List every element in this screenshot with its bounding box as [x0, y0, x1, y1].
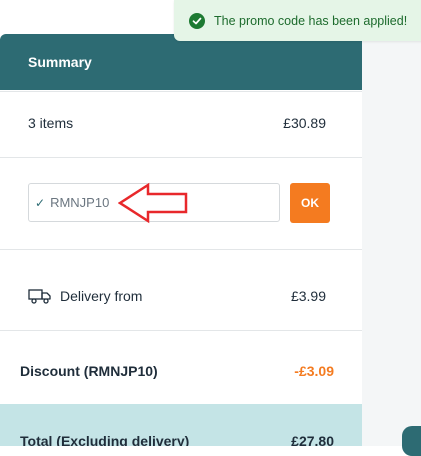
- checkmark-icon: ✓: [35, 195, 46, 210]
- header-divider: [0, 91, 362, 92]
- red-arrow-annotation: [118, 182, 188, 224]
- items-label: 3 items: [28, 115, 74, 131]
- summary-card: Summary 3 items £30.89 ✓ RMNJP10 OK Deli…: [0, 34, 362, 446]
- total-row: Total (Excluding delivery) £27.80: [0, 426, 362, 446]
- corner-widget: [402, 426, 421, 456]
- delivery-divider: [0, 330, 362, 331]
- delivery-truck-icon: [28, 289, 51, 304]
- summary-title: Summary: [28, 54, 92, 70]
- toast-message: The promo code has been applied!: [214, 13, 408, 28]
- items-row: 3 items £30.89: [0, 108, 362, 138]
- delivery-amount: £3.99: [290, 288, 326, 304]
- discount-row: Discount (RMNJP10) -£3.09: [0, 356, 362, 386]
- items-amount: £30.89: [283, 115, 326, 131]
- promo-applied-toast: The promo code has been applied!: [174, 0, 421, 41]
- page-background-right: [362, 0, 421, 446]
- items-divider: [0, 157, 362, 158]
- summary-header: Summary: [0, 34, 362, 90]
- total-amount: £27.80: [291, 433, 334, 446]
- delivery-row: Delivery from £3.99: [0, 281, 362, 311]
- discount-amount: -£3.09: [294, 363, 334, 379]
- total-label: Total (Excluding delivery): [20, 433, 190, 446]
- promo-code-value: RMNJP10: [50, 195, 110, 210]
- check-circle-icon: [189, 12, 205, 29]
- promo-ok-button[interactable]: OK: [290, 183, 330, 223]
- delivery-label: Delivery from: [60, 288, 143, 304]
- promo-divider: [0, 249, 362, 250]
- discount-label: Discount (RMNJP10): [20, 363, 158, 379]
